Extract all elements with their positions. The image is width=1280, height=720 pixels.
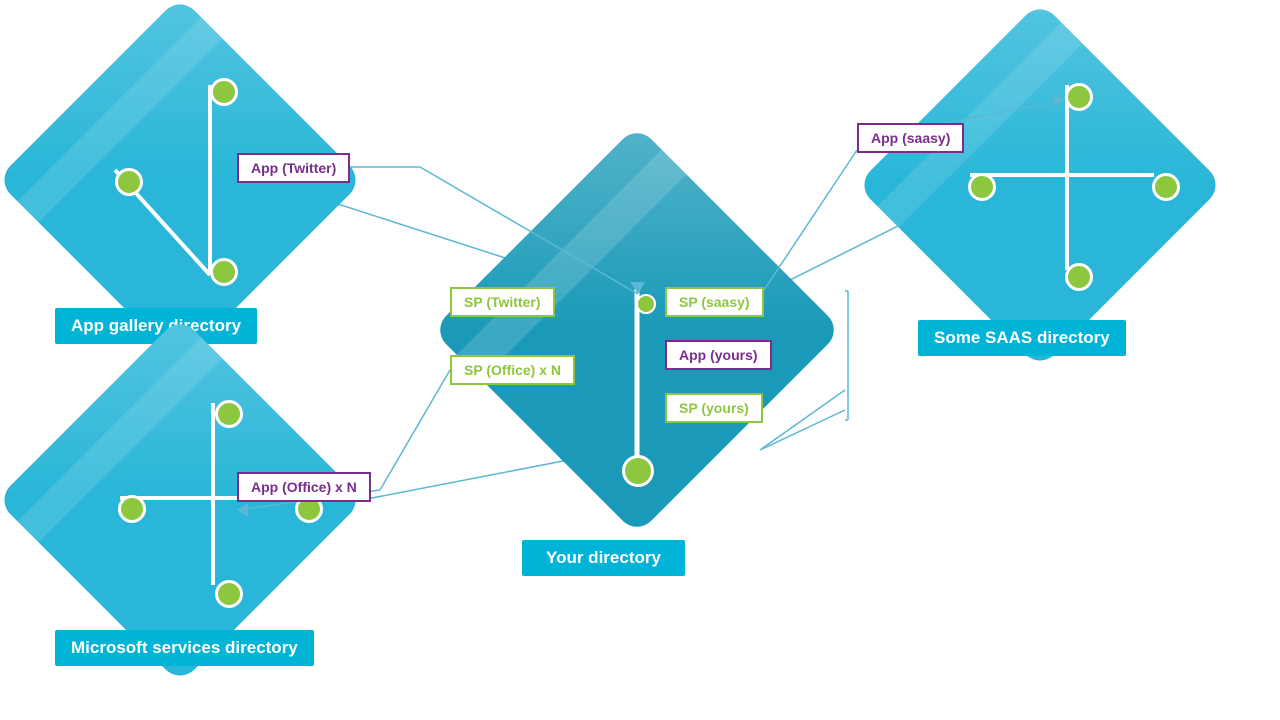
sp-yours-label: SP (yours)	[665, 393, 763, 423]
ag-node-top	[210, 78, 238, 106]
app-twitter-label: App (Twitter)	[237, 153, 350, 183]
ag-node-left	[115, 168, 143, 196]
yd-node-bottom	[622, 455, 654, 487]
app-yours-label: App (yours)	[665, 340, 772, 370]
saas-node-bottom	[1065, 263, 1093, 291]
saas-node-left	[968, 173, 996, 201]
ag-node-bottom	[210, 258, 238, 286]
ms-node-top	[215, 400, 243, 428]
saas-node-top	[1065, 83, 1093, 111]
ms-node-left	[118, 495, 146, 523]
your-directory-label: Your directory	[522, 540, 685, 576]
sp-saasy-label: SP (saasy)	[665, 287, 764, 317]
ms-node-bottom	[215, 580, 243, 608]
saas-label: Some SAAS directory	[918, 320, 1126, 356]
sp-office-label: SP (Office) x N	[450, 355, 575, 385]
sp-twitter-label: SP (Twitter)	[450, 287, 555, 317]
sp-twitter-node	[636, 294, 656, 314]
ms-services-label: Microsoft services directory	[55, 630, 314, 666]
app-saasy-label: App (saasy)	[857, 123, 964, 153]
saas-node-right	[1152, 173, 1180, 201]
app-office-label: App (Office) x N	[237, 472, 371, 502]
